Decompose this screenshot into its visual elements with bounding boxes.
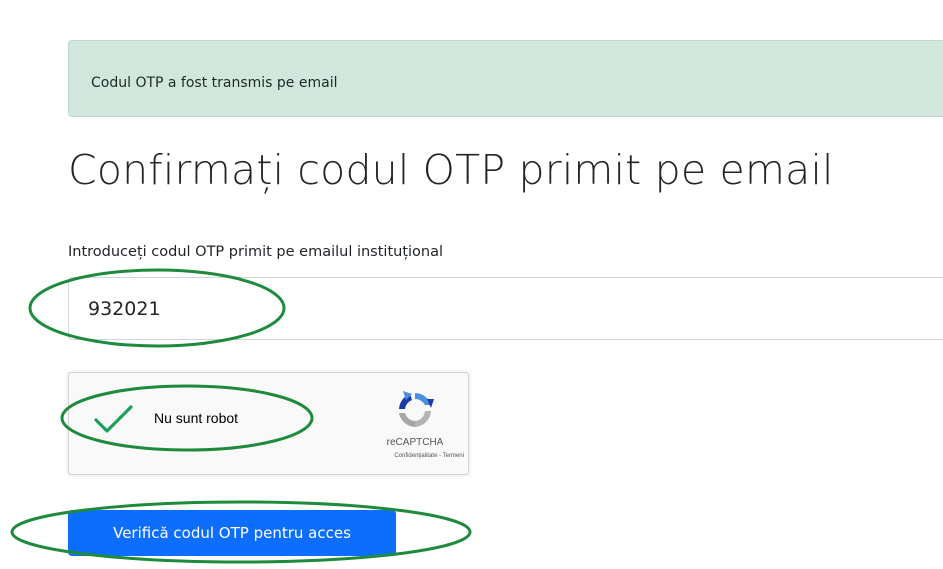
page-title: Confirmați codul OTP primit pe email — [68, 146, 834, 194]
success-alert: Codul OTP a fost transmis pe email — [68, 40, 943, 117]
not-robot-label: Nu sunt robot — [154, 410, 239, 426]
recaptcha-logo-icon — [399, 391, 434, 427]
otp-field-label: Introduceți codul OTP primit pe emailul … — [68, 244, 444, 260]
recaptcha-links: Confidențialitate - Termeni — [324, 453, 464, 459]
privacy-link[interactable]: Confidențialitate — [394, 453, 437, 459]
check-icon[interactable] — [93, 404, 133, 434]
terms-link[interactable]: Termeni — [443, 453, 464, 459]
verify-otp-button[interactable]: Verifică codul OTP pentru acces — [68, 510, 396, 556]
otp-confirmation-page: Codul OTP a fost transmis pe email Confi… — [0, 0, 943, 569]
recaptcha-brand: reCAPTCHA — [386, 437, 444, 448]
alert-message: Codul OTP a fost transmis pe email — [91, 75, 338, 91]
recaptcha-widget: Nu sunt robot reCAPTCHA Confidențialitat… — [68, 372, 469, 475]
otp-input[interactable] — [68, 277, 943, 340]
